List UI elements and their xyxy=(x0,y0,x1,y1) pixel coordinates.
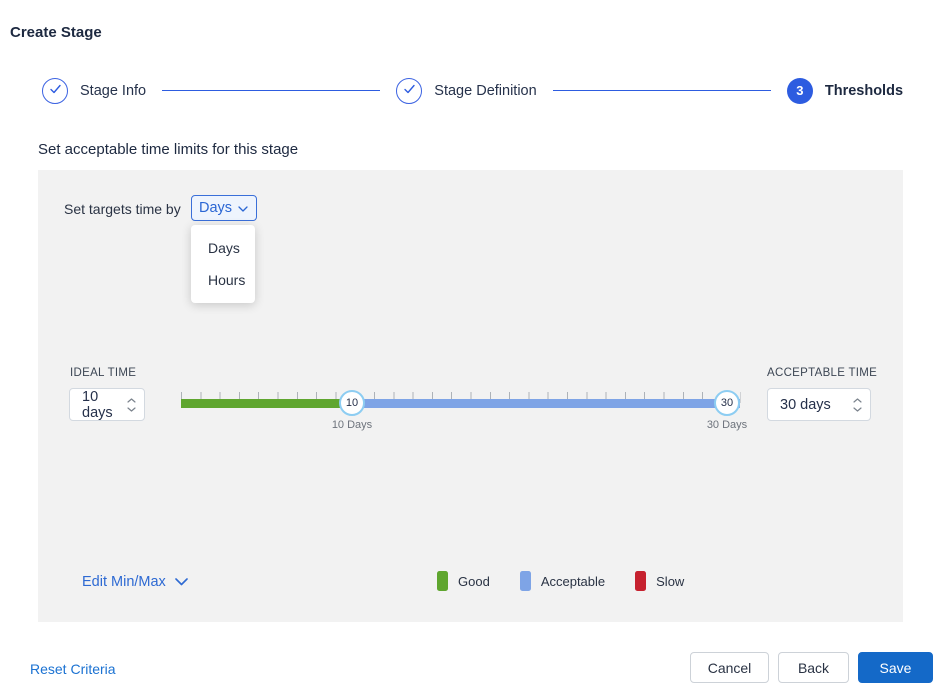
legend-item-good: Good xyxy=(437,571,490,591)
chevron-down-icon xyxy=(853,406,862,412)
chevron-down-icon xyxy=(238,200,248,216)
slow-swatch xyxy=(635,571,647,591)
step-complete-circle xyxy=(396,77,423,104)
stepper: Stage Info Stage Definition 3 Thresholds xyxy=(42,77,903,104)
edit-minmax-label: Edit Min/Max xyxy=(82,574,166,590)
slider-caption-min: 10 Days xyxy=(331,419,373,431)
save-button[interactable]: Save xyxy=(858,652,933,683)
chevron-down-icon xyxy=(175,574,188,590)
step-thresholds[interactable]: 3 Thresholds xyxy=(786,77,904,104)
slider-caption-max: 30 Days xyxy=(706,419,748,431)
menu-item-hours[interactable]: Hours xyxy=(191,264,255,296)
acceptable-time-input[interactable]: 30 days xyxy=(767,388,871,421)
check-icon xyxy=(403,82,416,100)
slider-legend: Good Acceptable Slow xyxy=(437,571,714,591)
cancel-button[interactable]: Cancel xyxy=(690,652,769,683)
ideal-time-input[interactable]: 10 days xyxy=(69,388,145,421)
ideal-time-stepper[interactable] xyxy=(127,397,136,412)
chevron-up-icon xyxy=(853,397,862,403)
footer-buttons: Cancel Back Save xyxy=(690,652,933,683)
chevron-up-icon xyxy=(127,397,136,403)
selected-option: Days xyxy=(199,200,233,216)
ideal-time-value: 10 days xyxy=(82,388,113,421)
acceptable-time-value: 30 days xyxy=(780,396,831,413)
acceptable-swatch xyxy=(519,571,531,591)
step-current-circle: 3 xyxy=(786,77,813,104)
handle-value: 30 xyxy=(720,397,734,409)
stepper-connector xyxy=(552,90,771,91)
legend-label: Good xyxy=(458,573,490,589)
step-stage-info[interactable]: Stage Info xyxy=(42,77,147,104)
legend-label: Slow xyxy=(656,573,685,589)
back-button[interactable]: Back xyxy=(778,652,849,683)
step-label: Thresholds xyxy=(824,82,904,99)
slider-handle-max[interactable]: 30 xyxy=(714,390,740,416)
edit-minmax-link[interactable]: Edit Min/Max xyxy=(82,574,188,590)
page-title: Create Stage xyxy=(10,24,102,41)
legend-label: Acceptable xyxy=(540,573,606,589)
targets-time-dropdown[interactable]: Days xyxy=(191,195,258,221)
legend-item-slow: Slow xyxy=(635,571,684,591)
step-number: 3 xyxy=(796,83,804,98)
acceptable-time-label: ACCEPTABLE TIME xyxy=(767,367,878,379)
targets-time-label: Set targets time by xyxy=(64,201,181,217)
check-icon xyxy=(49,82,62,100)
handle-value: 10 xyxy=(345,397,359,409)
legend-item-acceptable: Acceptable xyxy=(519,571,606,591)
slider-handle-min[interactable]: 10 xyxy=(339,390,365,416)
stepper-connector xyxy=(162,90,381,91)
slider-segment-acceptable xyxy=(352,399,740,408)
chevron-down-icon xyxy=(127,406,136,412)
reset-criteria-link[interactable]: Reset Criteria xyxy=(30,661,116,677)
step-complete-circle xyxy=(42,77,68,104)
thresholds-panel: Set targets time by Days Days Hours IDEA… xyxy=(38,170,903,622)
menu-item-days[interactable]: Days xyxy=(191,232,255,264)
section-heading: Set acceptable time limits for this stag… xyxy=(38,141,299,158)
ideal-time-label: IDEAL TIME xyxy=(70,367,137,379)
step-label: Stage Info xyxy=(80,82,147,99)
targets-time-menu: Days Hours xyxy=(191,225,255,303)
acceptable-time-stepper[interactable] xyxy=(853,397,862,412)
step-stage-definition[interactable]: Stage Definition xyxy=(396,77,537,104)
slider-segment-good xyxy=(181,399,352,408)
good-swatch xyxy=(437,571,448,591)
create-stage-modal: Create Stage Stage Info Stage Definition… xyxy=(0,0,947,699)
step-label: Stage Definition xyxy=(434,82,537,99)
